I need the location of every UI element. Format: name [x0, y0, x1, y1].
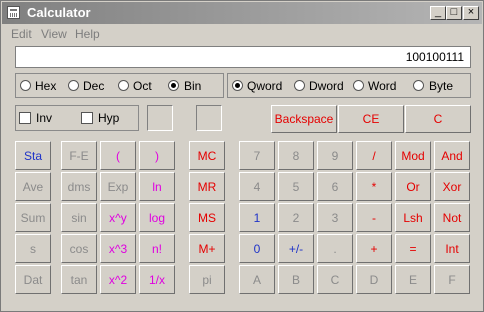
backspace-button[interactable]: Backspace	[271, 105, 337, 133]
key-ave-button[interactable]: Ave	[15, 172, 51, 201]
radio-word-label: Word	[368, 79, 397, 93]
key--button[interactable]: /	[356, 141, 392, 170]
close-button[interactable]: ×	[463, 6, 479, 20]
key-d-button[interactable]: D	[356, 265, 392, 294]
key-sum-button[interactable]: Sum	[15, 203, 51, 232]
radio-bin-label: Bin	[184, 79, 202, 93]
key--button[interactable]: +	[356, 234, 392, 263]
clear-button[interactable]: C	[405, 105, 471, 133]
menu-help[interactable]: Help	[75, 27, 100, 41]
key-exp-button[interactable]: Exp	[100, 172, 136, 201]
key-ms-button[interactable]: MS	[189, 203, 225, 232]
key-c-button[interactable]: C	[317, 265, 353, 294]
key-log-button[interactable]: log	[139, 203, 175, 232]
key-or-button[interactable]: Or	[395, 172, 431, 201]
key-e-button[interactable]: E	[395, 265, 431, 294]
hyp-checkbox[interactable]	[81, 112, 93, 124]
key-4-button[interactable]: 4	[239, 172, 275, 201]
radio-byte[interactable]	[413, 80, 424, 91]
key-6-button[interactable]: 6	[317, 172, 353, 201]
key--button[interactable]: -	[356, 203, 392, 232]
radio-dec[interactable]	[68, 80, 79, 91]
minimize-button[interactable]: _	[430, 6, 446, 20]
radio-oct[interactable]	[118, 80, 129, 91]
key--button[interactable]: +/-	[278, 234, 314, 263]
word-size-group: Qword Dword Word Byte	[227, 73, 471, 98]
key-lsh-button[interactable]: Lsh	[395, 203, 431, 232]
key-b-button[interactable]: B	[278, 265, 314, 294]
key-mod-button[interactable]: Mod	[395, 141, 431, 170]
key-ln-button[interactable]: ln	[139, 172, 175, 201]
calculator-icon	[7, 6, 20, 19]
key-mc-button[interactable]: MC	[189, 141, 225, 170]
key-sta-button[interactable]: Sta	[15, 141, 51, 170]
radio-word[interactable]	[353, 80, 364, 91]
memory-indicator	[196, 105, 222, 131]
key-1-x-button[interactable]: 1/x	[139, 265, 175, 294]
key-7-button[interactable]: 7	[239, 141, 275, 170]
radio-oct-label: Oct	[133, 79, 152, 93]
key-not-button[interactable]: Not	[434, 203, 470, 232]
key-5-button[interactable]: 5	[278, 172, 314, 201]
key-dms-button[interactable]: dms	[61, 172, 97, 201]
inv-hyp-group	[15, 105, 139, 131]
key-a-button[interactable]: A	[239, 265, 275, 294]
key--button[interactable]: )	[139, 141, 175, 170]
key-f-e-button[interactable]: F-E	[61, 141, 97, 170]
number-base-group: Hex Dec Oct Bin	[15, 73, 224, 98]
key-2-button[interactable]: 2	[278, 203, 314, 232]
key--button[interactable]: .	[317, 234, 353, 263]
radio-dec-label: Dec	[83, 79, 105, 93]
menu-bar: Edit View Help	[2, 25, 482, 43]
key-x-y-button[interactable]: x^y	[100, 203, 136, 232]
key-s-button[interactable]: s	[15, 234, 51, 263]
key-mr-button[interactable]: MR	[189, 172, 225, 201]
radio-qword-label: Qword	[247, 79, 283, 93]
key-sin-button[interactable]: sin	[61, 203, 97, 232]
parenthesis-indicator	[147, 105, 173, 131]
key--button[interactable]: (	[100, 141, 136, 170]
radio-dword[interactable]	[294, 80, 305, 91]
key-n-button[interactable]: n!	[139, 234, 175, 263]
key--button[interactable]: *	[356, 172, 392, 201]
key-pi-button[interactable]: pi	[189, 265, 225, 294]
window-title: Calculator	[27, 5, 91, 20]
maximize-button[interactable]: □	[446, 6, 462, 20]
key-dat-button[interactable]: Dat	[15, 265, 51, 294]
key-9-button[interactable]: 9	[317, 141, 353, 170]
key-3-button[interactable]: 3	[317, 203, 353, 232]
key-cos-button[interactable]: cos	[61, 234, 97, 263]
radio-qword[interactable]	[232, 80, 243, 91]
radio-hex[interactable]	[20, 80, 31, 91]
radio-byte-label: Byte	[429, 79, 454, 93]
key-0-button[interactable]: 0	[239, 234, 275, 263]
hyp-label: Hyp	[98, 111, 120, 125]
inv-label: Inv	[36, 111, 53, 125]
key-8-button[interactable]: 8	[278, 141, 314, 170]
inv-checkbox[interactable]	[19, 112, 31, 124]
calculator-window: Calculator _ □ × Edit View Help 10010011…	[0, 0, 484, 312]
title-bar: Calculator _ □ ×	[2, 2, 482, 24]
key-1-button[interactable]: 1	[239, 203, 275, 232]
result-display: 100100111	[15, 46, 471, 68]
key-x-3-button[interactable]: x^3	[100, 234, 136, 263]
key-f-button[interactable]: F	[434, 265, 470, 294]
key--button[interactable]: =	[395, 234, 431, 263]
key-and-button[interactable]: And	[434, 141, 470, 170]
radio-hex-label: Hex	[35, 79, 57, 93]
menu-edit[interactable]: Edit	[11, 27, 32, 41]
clear-entry-button[interactable]: CE	[338, 105, 404, 133]
key-xor-button[interactable]: Xor	[434, 172, 470, 201]
key-tan-button[interactable]: tan	[61, 265, 97, 294]
key-x-2-button[interactable]: x^2	[100, 265, 136, 294]
radio-dword-label: Dword	[309, 79, 344, 93]
key-m-button[interactable]: M+	[189, 234, 225, 263]
menu-view[interactable]: View	[41, 27, 67, 41]
radio-bin[interactable]	[168, 80, 179, 91]
key-int-button[interactable]: Int	[434, 234, 470, 263]
